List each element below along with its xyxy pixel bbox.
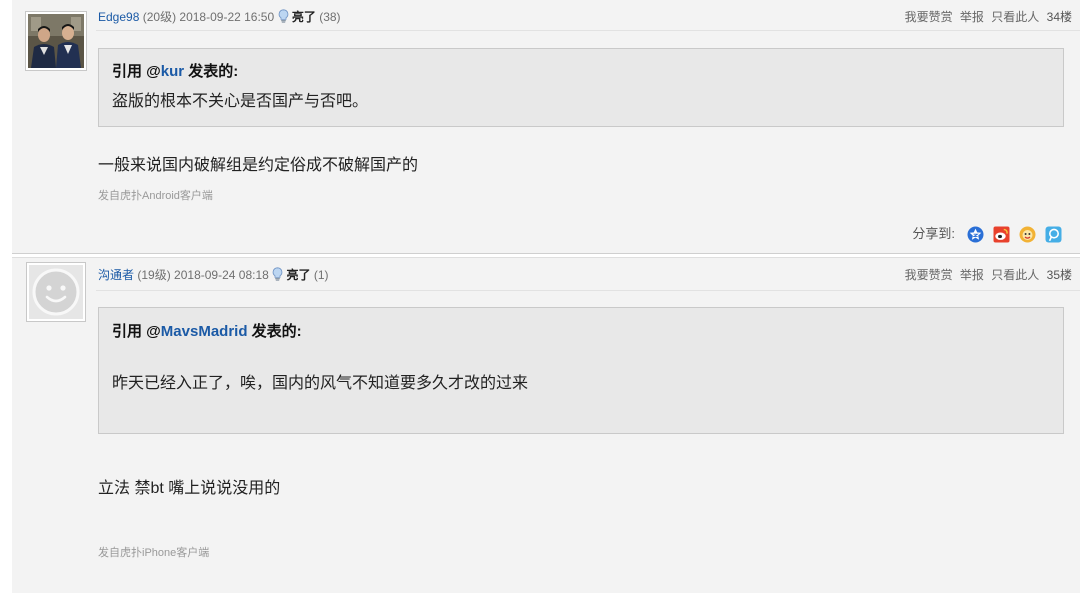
weibo-icon[interactable] — [993, 226, 1010, 243]
post-time: 2018-09-22 16:50 — [179, 10, 275, 24]
avatar[interactable] — [25, 11, 87, 71]
author-divider — [96, 290, 1080, 291]
author-divider — [96, 30, 1080, 31]
lightbulb-icon[interactable] — [272, 267, 283, 285]
floor-number: 34楼 — [1046, 10, 1072, 24]
quote-box: 引用 @MavsMadrid 发表的: 昨天已经入正了，唉，国内的风气不知道要多… — [98, 307, 1064, 434]
light-label[interactable]: 亮了 — [286, 268, 310, 282]
post: Edge98 (20级) 2018-09-22 16:50 亮了 (38) 我要… — [12, 0, 1080, 254]
reply-text: 立法 禁bt 嘴上说说没用的 — [98, 480, 281, 497]
avatar-photo — [28, 14, 84, 68]
quote-box: 引用 @kur 发表的: 盗版的根本不关心是否国产与否吧。 — [98, 48, 1064, 127]
light-label[interactable]: 亮了 — [292, 10, 316, 24]
light-count: (38) — [319, 10, 341, 24]
report-link[interactable]: 举报 — [960, 10, 984, 24]
reward-link[interactable]: 我要赞赏 — [905, 10, 953, 24]
quote-header: 引用 @kur 发表的: — [112, 62, 238, 82]
username-link[interactable]: Edge98 — [98, 10, 139, 24]
qzone-icon[interactable] — [967, 226, 984, 243]
quote-tail: 发表的: — [247, 323, 302, 340]
share-bar: 分享到: — [912, 225, 1062, 243]
tencent-weibo-icon[interactable] — [1045, 226, 1062, 243]
quote-lead: 引用 @ — [112, 63, 161, 80]
post: 沟通者 (19级) 2018-09-24 08:18 亮了 (1) 我要赞赏 举… — [12, 257, 1080, 593]
quote-text: 盗版的根本不关心是否国产与否吧。 — [112, 93, 369, 110]
reply-text: 一般来说国内破解组是约定俗成不破解国产的 — [98, 157, 419, 174]
quote-text: 昨天已经入正了，唉，国内的风气不知道要多久才改的过来 — [112, 375, 529, 392]
share-label: 分享到: — [912, 226, 955, 241]
only-author-link[interactable]: 只看此人 — [991, 268, 1039, 282]
quote-tail: 发表的: — [184, 63, 239, 80]
qq-icon[interactable] — [1019, 226, 1036, 243]
post-actions: 我要赞赏 举报 只看此人 35楼 — [901, 267, 1072, 283]
post-author-line: 沟通者 (19级) 2018-09-24 08:18 亮了 (1) — [98, 267, 329, 285]
avatar[interactable] — [26, 262, 86, 322]
post-time: 2018-09-24 08:18 — [174, 268, 269, 282]
reward-link[interactable]: 我要赞赏 — [905, 268, 953, 282]
post-author-line: Edge98 (20级) 2018-09-22 16:50 亮了 (38) — [98, 9, 341, 27]
quote-author-link[interactable]: MavsMadrid — [161, 323, 248, 340]
username-link[interactable]: 沟通者 — [98, 268, 134, 282]
quote-author-link[interactable]: kur — [161, 63, 184, 80]
default-avatar-icon — [29, 265, 83, 319]
post-source[interactable]: 发自虎扑Android客户端 — [98, 189, 213, 203]
floor-number: 35楼 — [1046, 268, 1072, 282]
quote-lead: 引用 @ — [112, 323, 161, 340]
light-count: (1) — [313, 268, 329, 282]
user-level: (20级) — [142, 10, 177, 24]
quote-header: 引用 @MavsMadrid 发表的: — [112, 322, 302, 342]
only-author-link[interactable]: 只看此人 — [991, 10, 1039, 24]
lightbulb-icon[interactable] — [278, 9, 289, 27]
post-source[interactable]: 发自虎扑iPhone客户端 — [98, 546, 209, 560]
report-link[interactable]: 举报 — [960, 268, 984, 282]
user-level: (19级) — [137, 268, 171, 282]
post-actions: 我要赞赏 举报 只看此人 34楼 — [901, 9, 1072, 25]
